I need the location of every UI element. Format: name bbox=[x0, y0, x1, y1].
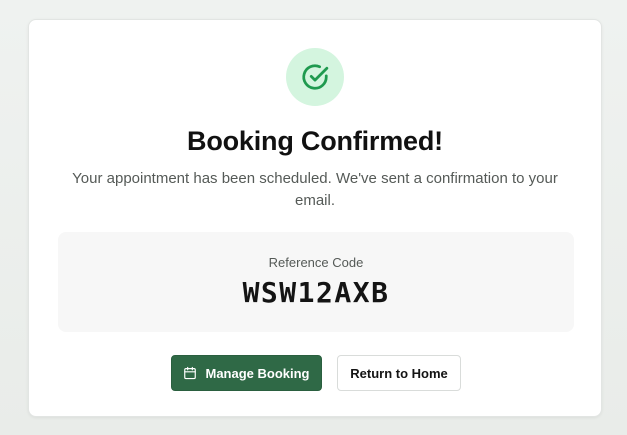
page-background: Booking Confirmed! Your appointment has … bbox=[0, 0, 627, 435]
reference-code-label: Reference Code bbox=[268, 255, 364, 270]
manage-booking-button[interactable]: Manage Booking bbox=[171, 355, 322, 391]
return-home-button[interactable]: Return to Home bbox=[337, 355, 461, 391]
reference-code-panel: Reference Code WSW12AXB bbox=[58, 232, 574, 332]
page-title: Booking Confirmed! bbox=[187, 126, 443, 156]
success-badge bbox=[286, 48, 344, 106]
calendar-icon bbox=[183, 366, 197, 380]
reference-code-value: WSW12AXB bbox=[242, 276, 390, 309]
manage-booking-label: Manage Booking bbox=[205, 365, 310, 381]
confirmation-message: Your appointment has been scheduled. We'… bbox=[72, 170, 558, 209]
return-home-label: Return to Home bbox=[350, 365, 448, 381]
confirmation-card: Booking Confirmed! Your appointment has … bbox=[28, 19, 602, 417]
check-circle-icon bbox=[300, 62, 330, 92]
